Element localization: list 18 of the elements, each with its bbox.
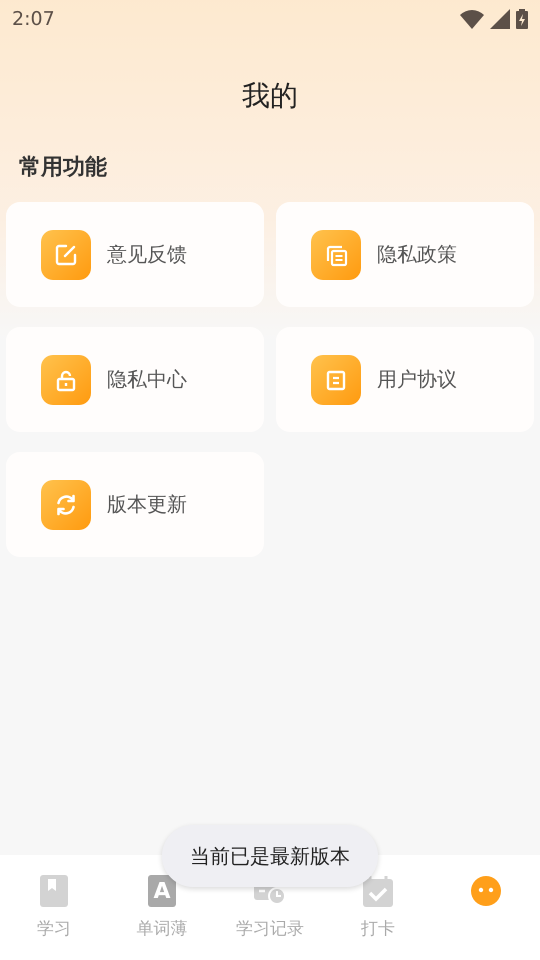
edit-icon xyxy=(41,230,91,280)
page-title: 我的 xyxy=(241,78,299,114)
battery-charging-icon xyxy=(516,9,528,29)
clock: 2:07 xyxy=(12,8,55,30)
menu-card[interactable]: 意见反馈 xyxy=(6,202,264,307)
lock-icon xyxy=(41,354,91,404)
menu-card[interactable]: 隐私政策 xyxy=(276,202,534,307)
refresh-icon xyxy=(41,480,91,530)
copy-icon xyxy=(311,230,361,280)
document-icon xyxy=(311,354,361,404)
menu-card[interactable]: 用户协议 xyxy=(276,327,534,432)
calendar-check-icon xyxy=(360,873,396,909)
wifi-icon xyxy=(460,9,484,29)
signal-icon xyxy=(490,9,510,29)
section-heading: 常用功能 xyxy=(19,154,108,182)
menu-card[interactable]: 隐私中心 xyxy=(6,327,264,432)
menu-card[interactable]: 版本更新 xyxy=(6,452,264,557)
mascot-icon xyxy=(468,873,504,909)
